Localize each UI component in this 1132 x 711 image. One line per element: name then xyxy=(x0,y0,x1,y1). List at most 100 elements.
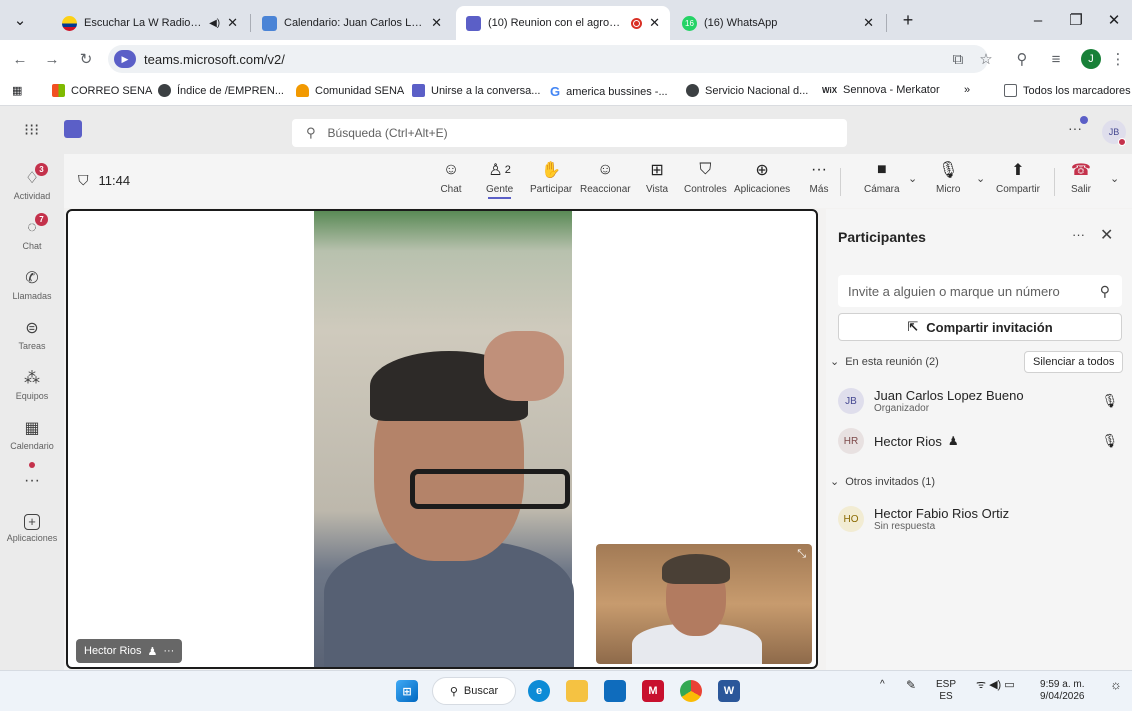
rail-item-llamadas[interactable]: ✆ Llamadas xyxy=(0,260,64,308)
close-window-icon[interactable]: ✕ xyxy=(1102,8,1126,32)
speaker-name-tag[interactable]: Hector Rios ♟ ··· xyxy=(76,639,183,663)
close-tab-icon[interactable]: ✕ xyxy=(649,15,660,31)
bookmark-america[interactable]: G america bussines -... xyxy=(550,84,668,99)
apps-button[interactable]: ⊕ Aplicaciones xyxy=(734,160,790,195)
install-app-icon[interactable]: ⧉ xyxy=(948,49,968,69)
self-view-video[interactable]: ⤡ xyxy=(596,544,812,664)
file-explorer-icon[interactable] xyxy=(566,680,588,702)
taskbar-search[interactable]: ⚲ Buscar xyxy=(432,677,516,705)
rail-item-tareas[interactable]: ⊜ Tareas xyxy=(0,310,64,358)
notifications-icon[interactable]: ☼ xyxy=(1110,678,1122,691)
network-volume-battery-icons[interactable]: ᯤ ◀) ▭ xyxy=(976,679,1015,691)
camera-options-chevron-icon[interactable]: ⌄ xyxy=(908,172,917,185)
media-controls-icon[interactable]: ≡ xyxy=(1046,49,1066,69)
participant-row[interactable]: HR Hector Rios ♟ 🎙 xyxy=(838,423,1122,459)
activity-badge: 3 xyxy=(35,162,48,176)
rail-item-aplicaciones[interactable]: + Aplicaciones xyxy=(0,504,64,552)
rail-item-calendario[interactable]: ▦ Calendario xyxy=(0,410,64,458)
chat-badge: 7 xyxy=(35,212,48,226)
rail-item-equipos[interactable]: ⁂ Equipos xyxy=(0,360,64,408)
close-tab-icon[interactable]: ✕ xyxy=(431,15,442,31)
mcafee-icon[interactable]: M xyxy=(642,680,664,702)
participant-row[interactable]: JB Juan Carlos Lopez Bueno Organizador 🎙 xyxy=(838,383,1122,419)
search-icon: ⚲ xyxy=(306,125,316,140)
invite-input[interactable]: Invite a alguien o marque un número ⚲ xyxy=(838,275,1122,307)
reload-icon[interactable]: ↻ xyxy=(76,49,96,69)
rail-more-apps[interactable]: ··· xyxy=(0,452,64,500)
store-icon[interactable] xyxy=(604,680,626,702)
bookmark-sennova[interactable]: WiX Sennova - Merkator xyxy=(822,84,940,96)
bookmarks-overflow[interactable]: » xyxy=(964,84,970,96)
teams-search-input[interactable]: ⚲ Búsqueda (Ctrl+Alt+E) xyxy=(292,119,847,147)
teams-header: ⁝⁝⁝ ⚲ Búsqueda (Ctrl+Alt+E) ··· JB xyxy=(0,106,1132,154)
others-section-toggle[interactable]: ⌄ Otros invitados (1) xyxy=(830,475,935,489)
tab-la-w-radio[interactable]: Escuchar La W Radio en vivo ◀) ✕ xyxy=(52,6,248,40)
participant-avatar: HO xyxy=(838,506,864,532)
panel-more-icon[interactable]: ··· xyxy=(1072,227,1085,242)
rail-item-actividad[interactable]: ♢ 3 Actividad xyxy=(0,160,64,208)
camera-button[interactable]: ■ Cámara xyxy=(864,160,900,195)
mute-all-button[interactable]: Silenciar a todos xyxy=(1024,351,1124,373)
address-bar[interactable]: ▶ teams.microsoft.com/v2/ xyxy=(108,45,988,73)
view-button[interactable]: ⊞ Vista xyxy=(646,160,668,195)
panel-title: Participantes xyxy=(838,229,926,245)
rail-item-chat[interactable]: ◌ 7 Chat xyxy=(0,210,64,258)
in-meeting-section-toggle[interactable]: ⌄ En esta reunión (2) xyxy=(830,355,939,369)
word-icon[interactable]: W xyxy=(718,680,740,702)
main-video-feed[interactable] xyxy=(314,211,574,667)
chat-button[interactable]: ☺ Chat xyxy=(440,160,462,195)
bookmark-comunidad-sena[interactable]: Comunidad SENA xyxy=(296,84,404,97)
collapse-self-view-icon[interactable]: ⤡ xyxy=(797,548,806,561)
more-button[interactable]: ··· Más xyxy=(808,160,830,195)
back-icon[interactable]: ← xyxy=(10,49,30,69)
bookmark-unirse[interactable]: Unirse a la conversa... xyxy=(412,84,540,97)
leave-options-chevron-icon[interactable]: ⌄ xyxy=(1110,172,1119,185)
tab-calendario[interactable]: Calendario: Juan Carlos Lopez Bueno ✕ xyxy=(252,6,452,40)
microphone-icon: 🎙 xyxy=(938,162,959,179)
tab-search-chevron-icon[interactable]: ⌄ xyxy=(8,8,32,32)
bookmark-star-icon[interactable]: ☆ xyxy=(976,49,996,69)
restore-icon[interactable]: ❐ xyxy=(1064,8,1088,32)
participant-row[interactable]: HO Hector Fabio Rios Ortiz Sin respuesta xyxy=(838,501,1122,537)
colombia-flag-icon xyxy=(62,15,77,31)
app-launcher-icon[interactable]: ⁝⁝⁝ xyxy=(24,120,39,140)
edge-icon[interactable]: e xyxy=(528,680,550,702)
calendar-icon: ▦ xyxy=(24,419,40,437)
tab-teams-meeting[interactable]: (10) Reunion con el agronomo ✕ xyxy=(456,6,670,40)
browser-profile-avatar[interactable]: J xyxy=(1081,49,1101,69)
mic-button[interactable]: 🎙 Micro xyxy=(936,160,960,195)
bookmark-indice[interactable]: Índice de /EMPREN... xyxy=(158,84,284,97)
new-tab-icon[interactable]: + xyxy=(896,8,920,32)
tasks-icon: ⊜ xyxy=(25,319,39,337)
mic-muted-icon[interactable]: ✎ xyxy=(906,679,916,691)
site-info-icon[interactable]: ▶ xyxy=(114,50,136,68)
close-tab-icon[interactable]: ✕ xyxy=(863,15,874,31)
bookmark-all[interactable]: Todos los marcadores xyxy=(1004,84,1131,97)
close-tab-icon[interactable]: ✕ xyxy=(227,15,238,31)
bookmark-correo-sena[interactable]: CORREO SENA xyxy=(52,84,152,97)
raise-hand-button[interactable]: ✋ Participar xyxy=(530,160,572,195)
clock[interactable]: 9:59 a. m. 9/04/2026 xyxy=(1040,679,1085,703)
audio-playing-icon[interactable]: ◀) xyxy=(209,18,220,29)
video-camera-icon: ■ xyxy=(876,161,887,178)
leave-button[interactable]: ☎ Salir xyxy=(1070,160,1092,195)
mic-options-chevron-icon[interactable]: ⌄ xyxy=(976,172,985,185)
controls-button[interactable]: ⛉ Controles xyxy=(684,160,727,195)
share-invite-button[interactable]: ⇱ Compartir invitación xyxy=(838,313,1122,341)
close-icon[interactable]: ✕ xyxy=(1100,225,1113,245)
windows-start-icon[interactable]: ⊞ xyxy=(396,680,418,702)
name-tag-more-icon[interactable]: ··· xyxy=(163,645,174,657)
share-button[interactable]: ⬆ Compartir xyxy=(996,160,1040,195)
tab-whatsapp[interactable]: 16 (16) WhatsApp ✕ xyxy=(672,6,884,40)
apps-grid-icon[interactable]: ▦ xyxy=(12,84,22,97)
bookmark-servicio-nacional[interactable]: Servicio Nacional d... xyxy=(686,84,808,97)
react-button[interactable]: ☺ Reaccionar xyxy=(580,160,631,195)
people-button[interactable]: ♙ 2 Gente xyxy=(486,160,513,199)
minimize-icon[interactable]: – xyxy=(1026,8,1050,32)
extensions-icon[interactable]: ⚲ xyxy=(1012,49,1032,69)
forward-icon[interactable]: → xyxy=(42,49,62,69)
chrome-icon[interactable] xyxy=(680,680,702,702)
language-indicator[interactable]: ESP ES xyxy=(936,679,956,703)
show-hidden-icons-chevron-icon[interactable]: ^ xyxy=(880,679,885,691)
browser-menu-icon[interactable]: ⋮ xyxy=(1108,49,1128,69)
